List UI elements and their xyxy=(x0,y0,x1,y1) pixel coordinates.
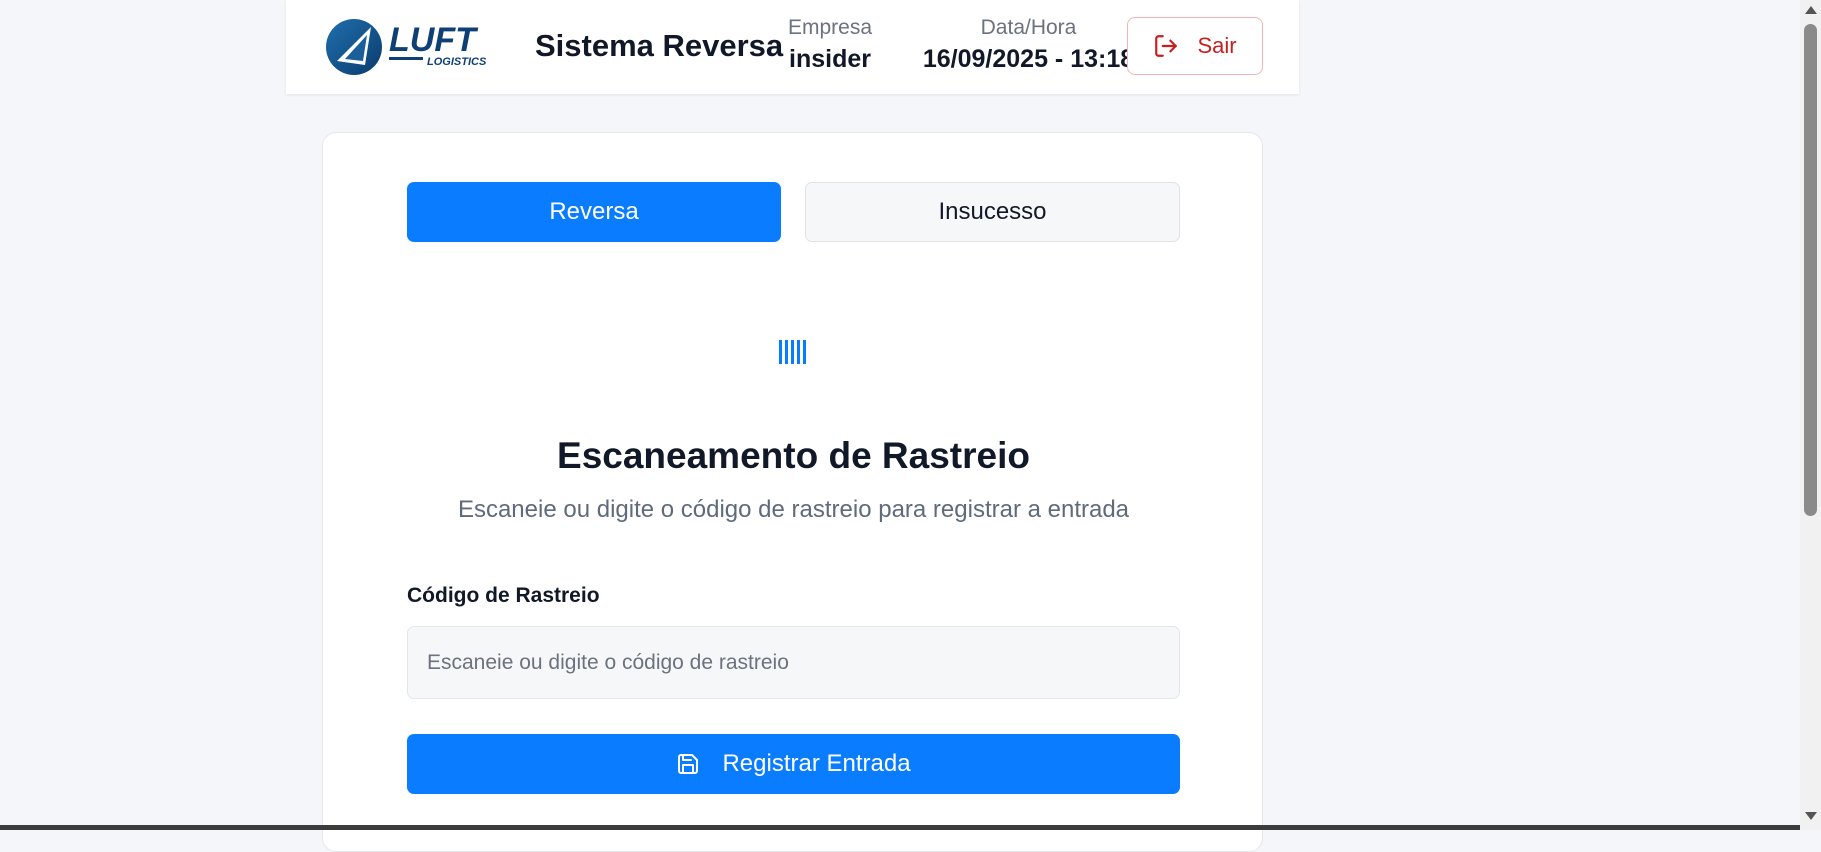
barcode-icon xyxy=(779,340,806,364)
register-entry-button[interactable]: Registrar Entrada xyxy=(407,734,1180,794)
datetime-label: Data/Hora xyxy=(980,16,1077,39)
empresa-label: Empresa xyxy=(787,16,873,39)
window-bottom-edge xyxy=(0,825,1800,830)
scroll-up-icon[interactable] xyxy=(1805,6,1817,14)
scroll-thumb[interactable] xyxy=(1804,24,1817,516)
save-icon xyxy=(678,754,699,774)
logout-icon xyxy=(1155,35,1178,57)
luft-logo: LUFT LOGISTICS xyxy=(326,19,487,75)
app-header: LUFT LOGISTICS Sistema Reversa Empresa i… xyxy=(286,0,1299,94)
datetime-value: 16/09/2025 - 13:18 xyxy=(922,45,1135,73)
datetime-info: Data/Hora 16/09/2025 - 13:18 xyxy=(906,14,1151,76)
scan-title: Escaneamento de Rastreio xyxy=(557,435,1030,476)
empresa-value: insider xyxy=(789,45,871,73)
scan-subtitle: Escaneie ou digite o código de rastreio … xyxy=(457,496,1130,523)
svg-text:LUFT: LUFT xyxy=(389,21,479,59)
vertical-scrollbar[interactable] xyxy=(1800,0,1821,830)
app-title: Sistema Reversa xyxy=(535,28,784,63)
svg-text:LOGISTICS: LOGISTICS xyxy=(427,56,487,68)
logout-button[interactable]: Sair xyxy=(1127,17,1263,75)
tab-reversa[interactable]: Reversa xyxy=(407,182,781,242)
scan-card: Reversa Insucesso Escaneamento de Rastre… xyxy=(322,132,1263,852)
logout-label: Sair xyxy=(1197,33,1237,58)
scroll-down-icon[interactable] xyxy=(1805,812,1817,820)
empresa-info: Empresa insider xyxy=(770,14,890,76)
tab-insucesso[interactable]: Insucesso xyxy=(805,182,1180,242)
tracking-code-label: Código de Rastreio xyxy=(407,584,600,607)
register-entry-label: Registrar Entrada xyxy=(722,750,911,777)
tracking-code-input[interactable] xyxy=(407,626,1180,699)
